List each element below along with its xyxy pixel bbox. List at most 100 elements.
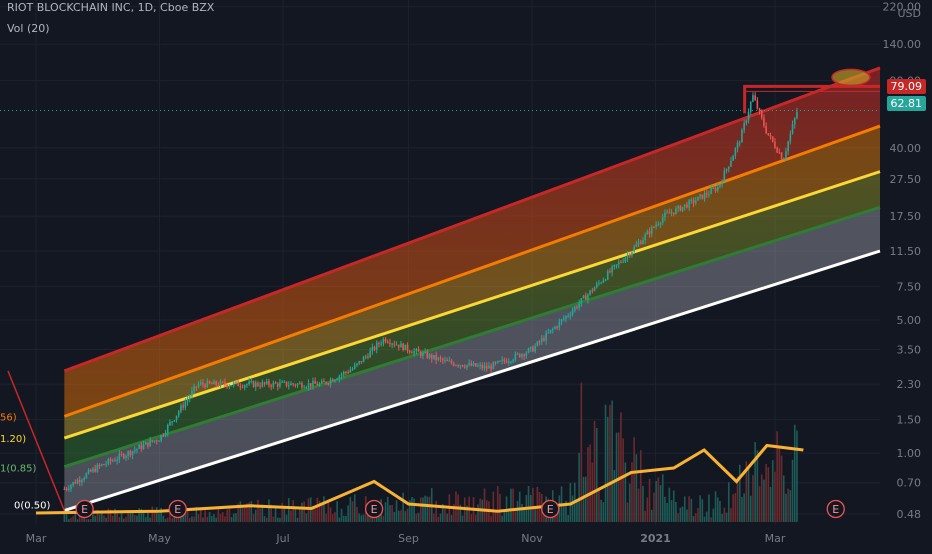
volume-bar [653, 492, 655, 522]
volume-bar [265, 517, 268, 522]
volume-bar [279, 517, 281, 522]
volume-bar [391, 504, 393, 522]
candle-body [208, 380, 211, 384]
candle-body [681, 206, 684, 211]
volume-bar [437, 516, 440, 522]
volume-bar [644, 510, 646, 522]
volume-bar [620, 412, 622, 522]
candle-body [677, 205, 679, 209]
volume-bar [323, 496, 325, 522]
candle-body [171, 421, 173, 423]
volume-bar [89, 519, 92, 522]
candle-body [268, 381, 270, 386]
candle-body [386, 341, 389, 343]
volume-bar [129, 512, 132, 522]
volume-bar [235, 513, 237, 522]
volume-bar [402, 492, 404, 522]
candle-body [323, 381, 325, 383]
volume-bar [428, 496, 431, 522]
candle-body [734, 148, 737, 156]
volume-bar [461, 515, 464, 522]
candle-body [371, 346, 374, 351]
candle-body [470, 363, 473, 366]
volume-bar [215, 517, 217, 522]
volume-bar [769, 486, 772, 522]
candle-body [402, 343, 404, 351]
candle-body [419, 351, 422, 356]
candle-body [648, 231, 651, 235]
candle-body [725, 168, 728, 171]
candle-body [358, 361, 360, 364]
candle-body [164, 432, 167, 436]
candle-body [422, 352, 424, 356]
volume-bar [646, 497, 649, 522]
volume-bar [228, 506, 231, 522]
volume-bar [252, 514, 255, 522]
candle-body [109, 459, 112, 462]
volume-bar [602, 502, 605, 522]
volume-bar [670, 500, 673, 522]
volume-bar [72, 516, 74, 522]
candle-body [503, 359, 506, 362]
volume-bar [477, 504, 479, 522]
candle-body [617, 262, 620, 265]
volume-bar [503, 511, 506, 522]
candle-body [147, 442, 149, 447]
candle-body [144, 442, 147, 445]
candle-body [694, 200, 697, 204]
price-tick-label: 0.48 [897, 508, 922, 521]
candle-body [716, 186, 719, 191]
candle-body [701, 194, 704, 199]
candle-body [721, 181, 723, 185]
candle-body [169, 422, 171, 425]
candle-body [628, 254, 631, 256]
candle-body [312, 380, 314, 387]
volume-bar [290, 510, 292, 522]
candle-body [769, 135, 772, 137]
price-tick-label: 27.50 [890, 173, 922, 186]
candle-body [246, 384, 248, 386]
volume-bar [714, 491, 717, 522]
volume-bar [103, 515, 105, 522]
chart-stage[interactable]: E E E E E 56) 1.20) 1(0.85) 0(0.50) 220.00 140.00… [0, 0, 932, 550]
candle-body [496, 360, 499, 363]
volume-bar [382, 515, 385, 522]
volume-bar [760, 474, 763, 522]
candle-body [382, 338, 385, 344]
volume-bar [210, 515, 213, 522]
channel-line [63, 170, 881, 440]
price-chart[interactable]: E E E E E56)1.20)1(0.85)0(0.50) 220.00140.00… [0, 0, 932, 550]
candle-body [380, 343, 382, 345]
candle-body [199, 382, 202, 384]
volume-bar [721, 513, 723, 522]
volume-bar [703, 516, 706, 522]
candle-body [138, 445, 140, 449]
candle-body [182, 405, 184, 408]
volume-bar [307, 498, 310, 522]
candle-body [512, 359, 514, 362]
volume-bar [292, 500, 294, 522]
volume-bar [712, 508, 715, 522]
candle-body [217, 384, 220, 387]
date-tick-label: Sep [398, 532, 419, 545]
volume-bar [133, 515, 136, 522]
volume-bar [796, 430, 798, 522]
volume-bar [171, 518, 173, 522]
candle-body [580, 298, 583, 304]
volume-bar [648, 478, 651, 522]
candle-body [481, 365, 484, 369]
candle-body [175, 415, 178, 421]
candle-body [417, 349, 420, 352]
volume-bar [147, 512, 149, 522]
candle-body [89, 470, 92, 472]
candle-body [730, 160, 732, 167]
price-tick-label: 5.00 [897, 314, 922, 327]
candle-body [659, 222, 662, 225]
candle-body [690, 199, 693, 201]
candle-body [653, 226, 655, 228]
volume-bar [94, 515, 96, 522]
volume-bar [534, 508, 536, 522]
candle-body [96, 465, 99, 472]
candle-body [536, 341, 539, 346]
candle-body [70, 485, 72, 489]
